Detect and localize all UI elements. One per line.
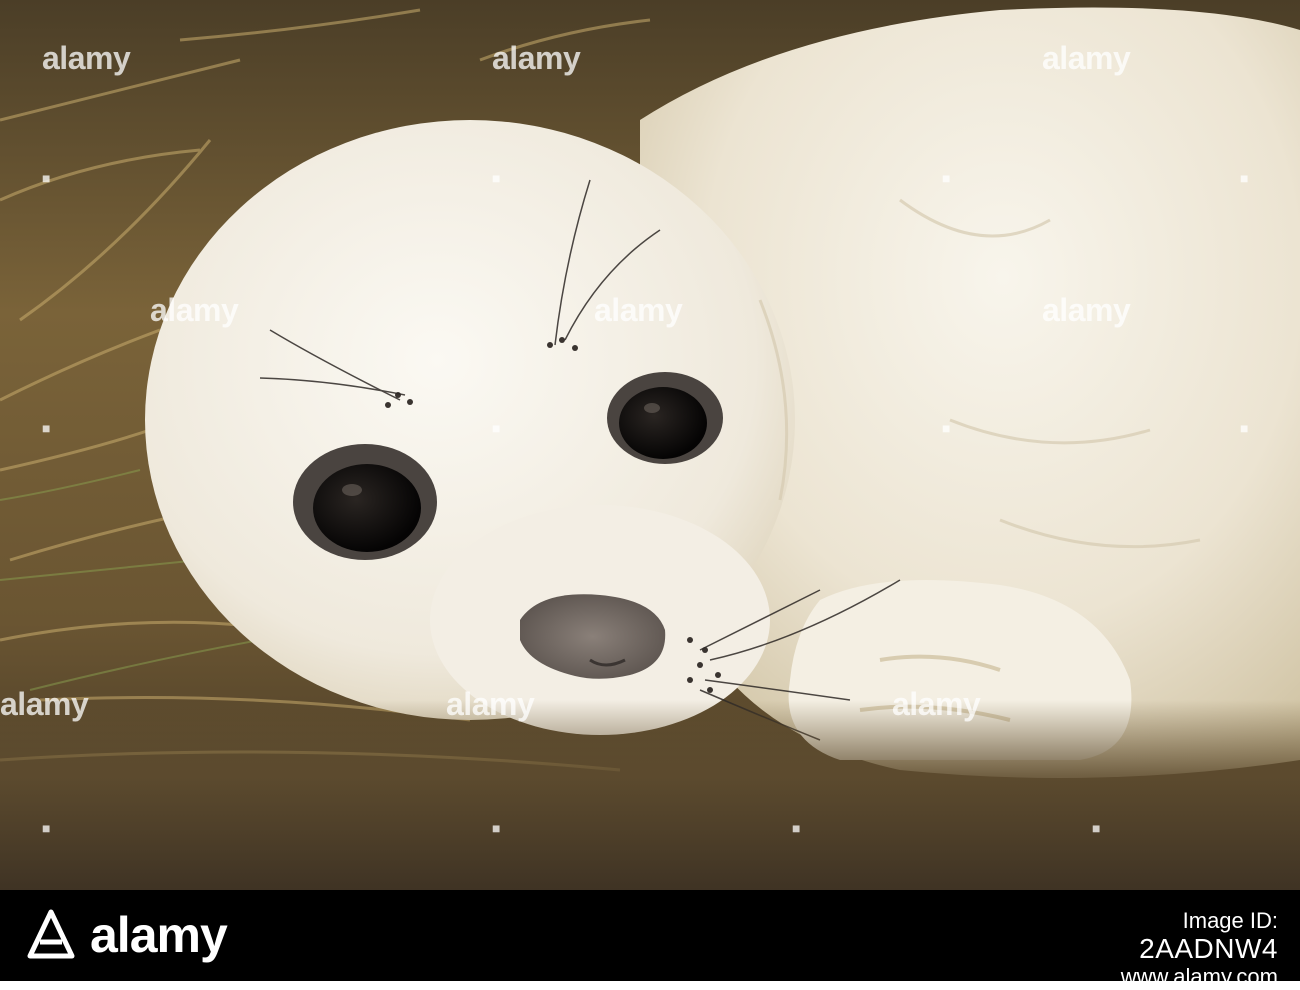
alamy-logo-icon (27, 909, 75, 959)
watermark-dot: ■ (1240, 170, 1249, 186)
watermark-dot: ■ (1092, 820, 1101, 836)
watermark-dot: ■ (492, 420, 501, 436)
alamy-brand-text: alamy (90, 907, 228, 963)
watermark-dot: ■ (492, 170, 501, 186)
alamy-url[interactable]: www.alamy.com (1121, 964, 1278, 990)
watermark: alamy (0, 686, 89, 722)
watermark: alamy (42, 40, 131, 76)
watermark: alamy (492, 40, 581, 76)
watermark: alamy (594, 292, 683, 328)
watermark-dot: ■ (942, 420, 951, 436)
seal-pup-photo: alamy alamy alamy alamy alamy alamy alam… (0, 0, 1300, 890)
image-stage: alamy alamy alamy alamy alamy alamy alam… (0, 0, 1300, 989)
image-id-block: Image ID: 2AADNW4 www.alamy.com (1121, 908, 1278, 990)
watermark-dot: ■ (42, 420, 51, 436)
watermark-dot: ■ (1240, 420, 1249, 436)
watermark-dot: ■ (792, 820, 801, 836)
watermark: alamy (892, 686, 981, 722)
alamy-logo: alamy (22, 904, 228, 966)
watermark-dot: ■ (942, 170, 951, 186)
watermark: alamy (150, 292, 239, 328)
image-id-value: 2AADNW4 (1139, 933, 1278, 964)
stock-footer-bar: alamy Image ID: 2AADNW4 www.alamy.com (0, 890, 1300, 989)
watermark-dot: ■ (492, 820, 501, 836)
watermark-dot: ■ (42, 170, 51, 186)
watermark: alamy (1042, 292, 1131, 328)
watermark: alamy (1042, 40, 1131, 76)
watermark-dot: ■ (42, 820, 51, 836)
watermark: alamy (446, 686, 535, 722)
image-id-label: Image ID: (1182, 908, 1278, 933)
